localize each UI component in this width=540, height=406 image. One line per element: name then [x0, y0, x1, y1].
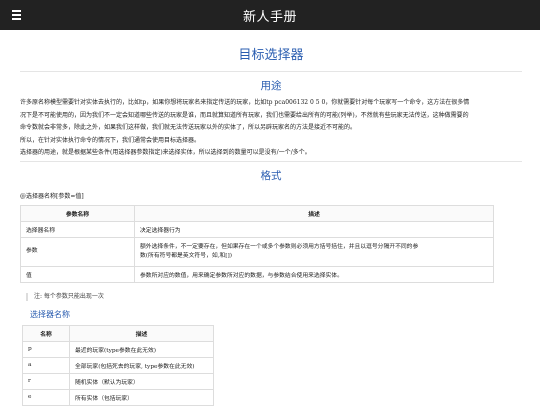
usage-paragraph-2: 所以，在针对实体执行命令的情况下，我们通常会使用目标选择器。 选择器的用途，就是…	[20, 136, 522, 158]
table-cell-name: e	[22, 388, 70, 406]
table-cell-name: a	[22, 356, 70, 374]
paragraph-line: 许多原名称模型需要针对实体去执行的，比如tp，如果你想将玩家名来指定传送的玩家，…	[20, 99, 470, 106]
table-row: 选择器名称 决定选择器行为	[20, 220, 494, 238]
table-cell-desc: 额外选择条件，不一定要存在，但如果存在一个或多个参数则必须用方括号括住，并且以逗…	[134, 236, 494, 267]
section-heading-format: 格式	[260, 169, 282, 182]
subheading-selector-names: 选择器名称	[30, 309, 70, 319]
table-header-cell: 名称	[22, 324, 70, 342]
table-header-cell: 描述	[134, 204, 494, 222]
table-header-row: 名称 描述	[22, 324, 214, 342]
table-cell-name: 选择器名称	[20, 220, 135, 238]
table-cell-desc-line: 数(所有符号都是英文符号，如,和[])	[140, 252, 233, 259]
top-navbar: 新人手册	[0, 0, 540, 30]
table-row: e 所有实体（包括玩家）	[22, 388, 214, 406]
main-content: 目标选择器 用途 许多原名称模型需要针对实体去执行的，比如tp，如果你想将玩家名…	[0, 44, 540, 406]
note-blockquote: 注: 每个参数只能出现一次	[26, 292, 522, 301]
section-heading-usage: 用途	[260, 80, 282, 92]
table-cell-name: 值	[20, 265, 135, 283]
syntax-line: @选择器名称[参数=值]	[20, 192, 84, 200]
table-row: a 全部玩家(包括死去的玩家, type参数在此无效)	[22, 356, 214, 374]
table-row: 参数 额外选择条件，不一定要存在，但如果存在一个或多个参数则必须用方括号括住，并…	[20, 236, 494, 267]
table-cell-desc: 最近的玩家(type参数在此无效)	[69, 340, 214, 358]
paragraph-line: 命令数就会非常多，除此之外，如果我们这样做，我们就无法传送玩家以外的实体了，所以…	[20, 124, 357, 132]
table-row: r 随机实体（默认为玩家）	[22, 372, 214, 390]
paragraph-line: 选择器的用途，就是根据某些条件(用选择器参数指定)来选择实体，所以选择到的数量可…	[20, 149, 311, 157]
table-cell-name: 参数	[20, 236, 135, 267]
table-cell-desc: 参数所对应的数值，用来确定参数所对应的数据，与参数结合使用来选择实体。	[134, 265, 494, 283]
usage-paragraph-1: 许多原名称模型需要针对实体去执行的，比如tp，如果你想将玩家名来指定传送的玩家，…	[20, 98, 522, 133]
paragraph-line: 况下是不可能使用的，因为我们不一定会知道哪些传送的玩家是谁，而且就算知道所有玩家…	[20, 111, 469, 119]
format-table: 参数名称 描述 选择器名称 决定选择器行为 参数 额外选择条件，不一定要存在，但…	[20, 204, 494, 283]
app-title: 新人手册	[242, 9, 297, 25]
table-header-cell: 参数名称	[20, 204, 135, 222]
table-cell-desc-line: 额外选择条件，不一定要存在，但如果存在一个或多个参数则必须用方括号括住，并且以逗…	[140, 243, 419, 250]
table-cell-desc: 决定选择器行为	[134, 220, 494, 238]
table-row: p 最近的玩家(type参数在此无效)	[22, 340, 214, 358]
table-header-cell: 描述	[69, 324, 214, 342]
page-title: 目标选择器	[238, 48, 304, 63]
table-cell-desc: 所有实体（包括玩家）	[69, 388, 214, 406]
selector-names-table: 名称 描述 p 最近的玩家(type参数在此无效) a 全部玩家(包括死去的玩家…	[22, 324, 214, 406]
table-cell-name: p	[22, 340, 70, 358]
table-header-row: 参数名称 描述	[20, 204, 494, 222]
menu-icon-bar	[12, 10, 21, 12]
paragraph-line: 所以，在针对实体执行命令的情况下，我们通常会使用目标选择器。	[20, 136, 201, 144]
table-row: 值 参数所对应的数值，用来确定参数所对应的数据，与参数结合使用来选择实体。	[20, 265, 494, 283]
divider	[20, 160, 522, 162]
menu-icon[interactable]	[12, 8, 21, 22]
table-cell-desc: 全部玩家(包括死去的玩家, type参数在此无效)	[69, 356, 214, 374]
menu-icon-bar	[12, 18, 21, 20]
table-cell-name: r	[22, 372, 70, 390]
divider	[20, 71, 522, 72]
table-cell-desc: 随机实体（默认为玩家）	[69, 372, 214, 390]
menu-icon-bar	[12, 14, 21, 16]
